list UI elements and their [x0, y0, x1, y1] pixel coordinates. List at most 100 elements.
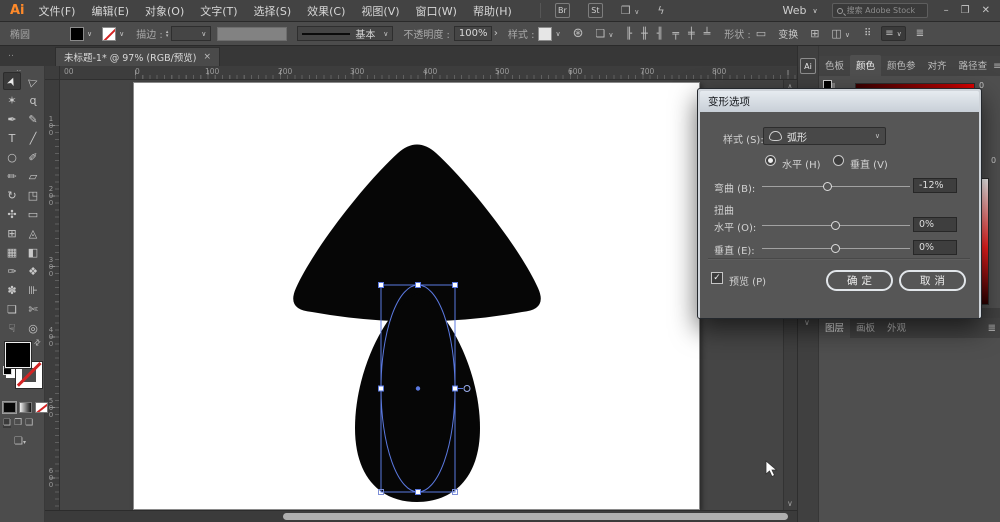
stroke-weight-select[interactable]: ∨	[171, 26, 211, 41]
width-tool[interactable]: ✣	[3, 205, 21, 223]
bend-slider-track[interactable]	[762, 186, 910, 187]
color-mode-button[interactable]	[3, 402, 16, 413]
libraries-panel-icon[interactable]: Ai	[800, 58, 816, 74]
panel1-tab-颜色参[interactable]: 颜色参	[881, 55, 922, 76]
menu-item-2[interactable]: 对象(O)	[145, 3, 184, 19]
panel1-tab-对齐[interactable]: 对齐	[922, 55, 953, 76]
direct-selection-tool[interactable]: ▷	[24, 72, 42, 90]
bend-slider-knob[interactable]	[823, 182, 832, 191]
line-segment-tool[interactable]: ╱	[24, 129, 42, 147]
distort-horizontal-input[interactable]: 0%	[913, 217, 957, 232]
lasso-tool[interactable]: ɋ	[24, 91, 42, 109]
preview-checkbox[interactable]: ✓	[711, 272, 723, 284]
minimize-button[interactable]: –	[944, 5, 949, 16]
distort-vertical-knob[interactable]	[831, 244, 840, 253]
perspective-grid-tool[interactable]: ◬	[24, 224, 42, 242]
align-icon-5[interactable]: ╧	[704, 27, 711, 40]
draw-behind-icon[interactable]: ❐	[14, 418, 22, 428]
graphic-style-swatch[interactable]	[538, 27, 552, 41]
menu-item-8[interactable]: 帮助(H)	[473, 3, 512, 19]
warp-style-select[interactable]: 弧形 ∨	[763, 127, 886, 145]
gradient-mode-button[interactable]	[19, 402, 32, 413]
grid-options-icon[interactable]: ⠿	[864, 28, 871, 39]
horizontal-scrollbar-thumb[interactable]	[283, 513, 788, 520]
curvature-tool[interactable]: ✎	[24, 110, 42, 128]
fill-color-swatch[interactable]	[70, 27, 84, 41]
pen-tool[interactable]: ✒	[3, 110, 21, 128]
menu-item-0[interactable]: 文件(F)	[39, 3, 76, 19]
canvas-area[interactable]: ∧ ∨	[60, 80, 797, 510]
screen-mode-icon[interactable]: ❏▾	[14, 436, 26, 447]
horizontal-ruler[interactable]: 000100200300400500600700800	[45, 66, 797, 80]
horizontal-radio[interactable]	[765, 155, 776, 166]
align-icon-2[interactable]: ╢	[657, 27, 664, 40]
gpu-performance-icon[interactable]: ϟ	[657, 4, 664, 17]
brush-definition-select[interactable]: 基本 ∨	[297, 26, 393, 41]
isolate-icon[interactable]: ◫∨	[831, 27, 850, 40]
magic-wand-tool[interactable]: ✶	[3, 91, 21, 109]
vertical-radio[interactable]	[833, 155, 844, 166]
bridge-button[interactable]: Br	[555, 3, 570, 18]
menu-item-4[interactable]: 选择(S)	[254, 3, 292, 19]
horizontal-scrollbar[interactable]	[45, 510, 797, 522]
symbol-sprayer-tool[interactable]: ✽	[3, 281, 21, 299]
panel1-tab-颜色[interactable]: 颜色	[850, 55, 881, 76]
menu-item-7[interactable]: 窗口(W)	[416, 3, 457, 19]
panel1-tab-色板[interactable]: 色板	[819, 55, 850, 76]
ellipse-tool[interactable]: ○	[3, 148, 21, 166]
panel1-menu-icon[interactable]: ≡	[993, 61, 1000, 76]
scroll-down-icon[interactable]: ∨	[787, 499, 793, 508]
selection-tool[interactable]: ➤	[3, 72, 21, 90]
ok-button[interactable]: 确定	[826, 270, 893, 291]
column-graph-tool[interactable]: ⊪	[24, 281, 42, 299]
opacity-input[interactable]: 100%	[454, 26, 492, 41]
menu-item-6[interactable]: 视图(V)	[361, 3, 399, 19]
align-icon-0[interactable]: ╟	[625, 27, 632, 40]
draw-normal-icon[interactable]: ❏	[3, 418, 11, 428]
align-icon-1[interactable]: ╫	[641, 27, 648, 40]
document-setup-globe-icon[interactable]: ⊛	[573, 26, 584, 41]
stroke-weight-stepper[interactable]: ▴▾	[166, 30, 169, 38]
eyedropper-tool[interactable]: ✑	[3, 262, 21, 280]
gradient-tool[interactable]: ◧	[24, 243, 42, 261]
menu-item-3[interactable]: 文字(T)	[200, 3, 237, 19]
shape-builder-tool[interactable]: ⊞	[3, 224, 21, 242]
cancel-button[interactable]: 取消	[899, 270, 966, 291]
dialog-title-bar[interactable]: 变形选项	[700, 91, 979, 112]
scale-tool[interactable]: ◳	[24, 186, 42, 204]
panel2-tab-外观[interactable]: 外观	[881, 317, 912, 338]
document-setup-icon[interactable]: ❏∨	[595, 27, 613, 40]
panel1-tab-路径查[interactable]: 路径查	[953, 55, 994, 76]
panel2-tab-画板[interactable]: 画板	[850, 317, 881, 338]
swap-fill-stroke-icon[interactable]: ⇄	[32, 337, 43, 348]
align-icon-3[interactable]: ╤	[672, 27, 679, 40]
blend-tool[interactable]: ❖	[24, 262, 42, 280]
menu-item-5[interactable]: 效果(C)	[307, 3, 345, 19]
paintbrush-tool[interactable]: ✐	[24, 148, 42, 166]
slice-tool[interactable]: ✄	[24, 300, 42, 318]
align-icon-4[interactable]: ╪	[688, 27, 695, 40]
panel2-tab-图层[interactable]: 图层	[819, 317, 850, 338]
panel-options-button[interactable]: ≡∨	[881, 26, 906, 41]
stock-button[interactable]: St	[588, 3, 603, 18]
pencil-tool[interactable]: ✏	[3, 167, 21, 185]
type-tool[interactable]: T	[3, 129, 21, 147]
panel2-menu-icon[interactable]: ≣	[988, 323, 1000, 338]
rotate-tool[interactable]: ↻	[3, 186, 21, 204]
ruler-corner[interactable]	[45, 66, 60, 80]
eraser-tool[interactable]: ▱	[24, 167, 42, 185]
opacity-more[interactable]: ›	[494, 28, 498, 39]
draw-inside-icon[interactable]: ❑	[25, 418, 33, 428]
free-transform-tool[interactable]: ▭	[24, 205, 42, 223]
hand-tool[interactable]: ☟	[3, 319, 21, 337]
distort-horizontal-knob[interactable]	[831, 221, 840, 230]
zoom-tool[interactable]: ◎	[24, 319, 42, 337]
close-button[interactable]: ✕	[982, 5, 990, 16]
document-tab[interactable]: 未标题-1* @ 97% (RGB/预览) ×	[55, 47, 220, 66]
workspace-switcher[interactable]: Web∨	[783, 4, 818, 17]
shape-properties-icon[interactable]: ▭	[756, 27, 766, 40]
collapse-panels-icon[interactable]: ∨	[804, 318, 810, 327]
search-input[interactable]: 搜索 Adobe Stock	[832, 3, 928, 18]
artboard-tool[interactable]: ❏	[3, 300, 21, 318]
restore-button[interactable]: ❐	[961, 5, 970, 16]
